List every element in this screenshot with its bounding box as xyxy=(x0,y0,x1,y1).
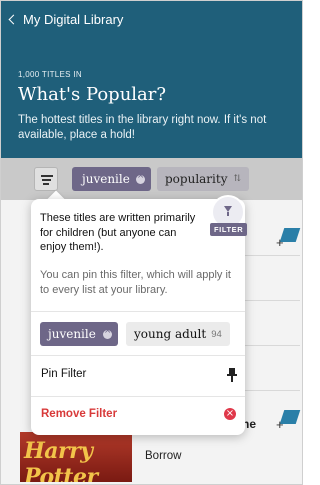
back-button[interactable]: My Digital Library xyxy=(8,12,124,27)
filter-menu-icon-line xyxy=(42,179,51,181)
filter-description: These titles are written primarily for c… xyxy=(40,212,196,253)
filter-menu-icon xyxy=(41,175,53,177)
filter-badge-label: FILTER xyxy=(210,223,248,236)
sort-label: popularity xyxy=(165,172,228,186)
back-label: My Digital Library xyxy=(23,12,124,27)
pin-hint: You can pin this filter, which will appl… xyxy=(40,269,231,296)
pin-icon-stem xyxy=(231,376,233,382)
popover-divider xyxy=(31,311,245,312)
book-cover[interactable]: Harry Potter xyxy=(20,432,132,482)
page-title: What's Popular? xyxy=(18,84,167,105)
book-cover-title: Harry Potter xyxy=(24,438,98,482)
filter-menu-icon-line xyxy=(43,183,49,185)
sort-arrows-icon: ⇅ xyxy=(233,174,242,184)
pin-icon xyxy=(227,368,237,382)
active-filter-label: juvenile xyxy=(82,172,130,186)
popover-divider xyxy=(31,355,245,356)
filter-chip-label: juvenile xyxy=(48,327,96,341)
funnel-icon-stem xyxy=(227,212,229,216)
add-to-list-icon[interactable]: + xyxy=(276,410,301,432)
chevron-left-icon xyxy=(8,14,19,25)
list-header: My Digital Library 1,000 TITLES IN What'… xyxy=(0,0,303,158)
active-filter-chip[interactable]: juvenile xyxy=(72,167,151,191)
remove-chip-icon[interactable] xyxy=(135,171,145,184)
popover-divider xyxy=(31,396,245,397)
filter-chip-young-adult[interactable]: young adult 94 xyxy=(126,322,230,346)
filter-menu-button[interactable] xyxy=(34,167,58,191)
filter-chip-juvenile[interactable]: juvenile xyxy=(40,322,118,346)
plus-icon: + xyxy=(276,417,284,432)
filter-chip-count: 94 xyxy=(211,328,222,340)
plus-icon: + xyxy=(276,235,284,250)
remove-circle-icon: × xyxy=(224,408,236,420)
page-subtitle: The hottest titles in the library right … xyxy=(18,114,267,141)
title-count: 1,000 TITLES IN xyxy=(18,70,82,79)
add-to-list-icon[interactable]: + xyxy=(276,228,301,250)
remove-filter-label: Remove Filter xyxy=(41,408,118,420)
filter-chip-label: young adult xyxy=(134,327,207,341)
pin-filter-row[interactable]: Pin Filter xyxy=(31,365,245,387)
borrow-button[interactable]: Borrow xyxy=(145,450,181,462)
remove-chip-icon[interactable] xyxy=(102,326,112,339)
pin-filter-label: Pin Filter xyxy=(41,368,87,380)
remove-filter-row[interactable]: Remove Filter × xyxy=(31,405,245,427)
filter-badge: FILTER xyxy=(210,197,248,245)
sort-chip[interactable]: popularity ⇅ xyxy=(157,167,250,191)
